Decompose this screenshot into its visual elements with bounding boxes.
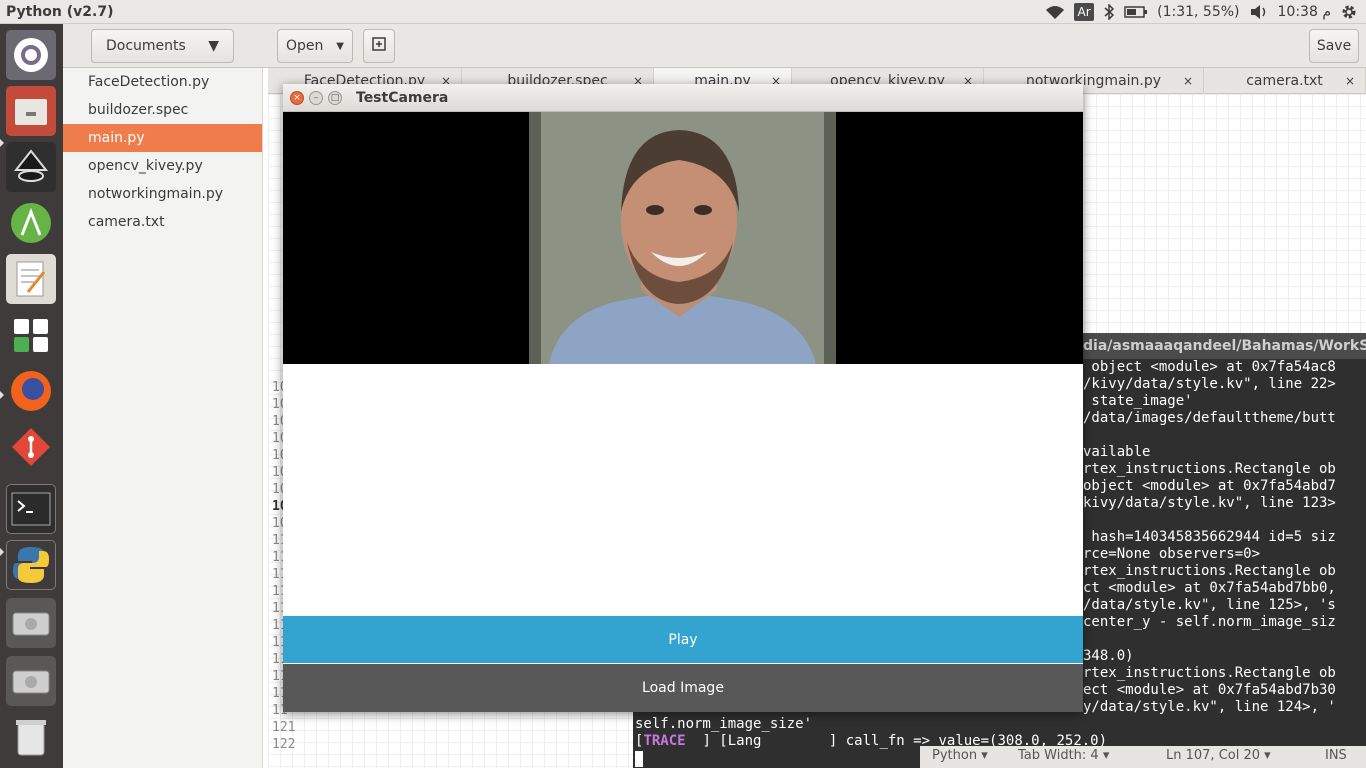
terminal-line: hash=140345835662944 id=5 siz — [1083, 529, 1336, 545]
terminal-line: rce=None observers=0> — [1083, 546, 1261, 562]
python-icon[interactable] — [6, 540, 56, 590]
terminal-line: 348.0) — [1083, 648, 1134, 664]
close-icon[interactable]: × — [1183, 68, 1193, 94]
camera-feed — [283, 112, 1083, 364]
new-document-icon — [372, 37, 386, 55]
system-tray: Ar (1:31, 55%) م 10:38 — [1045, 0, 1366, 24]
keyboard-layout-indicator[interactable]: Ar — [1074, 3, 1095, 21]
terminal-line: object <module> at 0x7fa54abd7 — [1083, 478, 1336, 494]
gear-icon[interactable] — [1340, 3, 1358, 21]
terminal-line: state_image' — [1083, 393, 1193, 409]
inkscape-icon[interactable] — [6, 142, 56, 192]
terminal-line: ect <module> at 0x7fa54abd7b30 — [1083, 682, 1336, 698]
sidebar-item-opencv-kivey[interactable]: opencv_kivey.py — [63, 152, 262, 180]
open-button[interactable]: Open ▼ — [277, 29, 353, 63]
keyboard-icon[interactable] — [6, 310, 56, 360]
terminal-line: rtex_instructions.Rectangle ob — [1083, 665, 1336, 681]
running-indicator — [0, 139, 4, 147]
new-tab-button[interactable] — [363, 29, 395, 63]
terminal-cursor — [635, 751, 643, 767]
chevron-down-icon: ▾ — [1102, 748, 1110, 763]
documents-label: Documents — [106, 38, 186, 54]
battery-status: (1:31, 55%) — [1157, 4, 1240, 20]
camera-frame-image — [529, 112, 836, 364]
tab-label: camera.txt — [1246, 73, 1323, 89]
app-title: Python (v2.7) — [6, 3, 114, 20]
documents-sidebar: FaceDetection.py buildozer.spec main.py … — [63, 68, 263, 768]
documents-button[interactable]: Documents ▼ — [91, 29, 234, 63]
terminal-line: y/data/style.kv", line 124>, ' — [1083, 699, 1336, 715]
sidebar-item-main[interactable]: main.py — [63, 124, 262, 152]
git-icon[interactable] — [6, 422, 56, 472]
close-icon[interactable]: × — [290, 91, 304, 105]
ubuntu-dash-icon[interactable] — [6, 30, 56, 80]
battery-icon[interactable] — [1124, 5, 1148, 19]
terminal-line: /kivy/data/style.kv", line 22> — [1083, 376, 1336, 392]
open-label: Open — [286, 38, 324, 54]
chevron-down-icon: ▼ — [208, 38, 219, 54]
sidebar-item-buildozer[interactable]: buildozer.spec — [63, 96, 262, 124]
test-camera-window: × – □ TestCamera Play Load Image — [283, 84, 1083, 712]
chevron-down-icon: ▼ — [336, 40, 344, 52]
running-indicator — [0, 391, 4, 399]
terminal-line: ct <module> at 0x7fa54abd7bb0, — [1083, 580, 1336, 596]
language-label: Python — [932, 748, 978, 763]
cursor-position[interactable]: Ln 107, Col 20 ▾ — [1166, 748, 1271, 763]
line-number: 121 — [272, 720, 296, 735]
wifi-icon[interactable] — [1045, 4, 1065, 20]
terminal-line: rtex_instructions.Rectangle ob — [1083, 461, 1336, 477]
terminal-line: rtex_instructions.Rectangle ob — [1083, 563, 1336, 579]
running-indicator — [0, 548, 4, 556]
insert-mode: INS — [1325, 748, 1347, 763]
status-bar: Python ▾ Tab Width: 4 ▾ Ln 107, Col 20 ▾… — [920, 746, 1366, 768]
sidebar-item-notworkingmain[interactable]: notworkingmain.py — [63, 180, 262, 208]
drive-icon[interactable] — [6, 598, 56, 648]
window-title: TestCamera — [356, 90, 449, 106]
tab-width-label: Tab Width: 4 — [1018, 748, 1099, 763]
chevron-down-icon: ▾ — [981, 748, 988, 763]
trace-tag: TRACE — [643, 733, 686, 749]
terminal-line: /data/images/defaulttheme/butt — [1083, 410, 1336, 426]
drive-icon[interactable] — [6, 656, 56, 706]
sidebar-item-camera-txt[interactable]: camera.txt — [63, 208, 262, 236]
terminal-icon[interactable] — [6, 484, 56, 534]
clock[interactable]: م 10:38 — [1278, 4, 1331, 20]
load-image-button[interactable]: Load Image — [283, 664, 1083, 712]
trash-icon[interactable] — [6, 712, 56, 762]
tab-camera-txt[interactable]: camera.txt × — [1204, 68, 1366, 94]
language-selector[interactable]: Python ▾ — [932, 748, 988, 763]
volume-icon[interactable] — [1249, 4, 1269, 20]
terminal-line: object <module> at 0x7fa54ac8 — [1083, 359, 1336, 375]
sidebar-item-facedetection[interactable]: FaceDetection.py — [63, 68, 262, 96]
terminal-line: /data/style.kv", line 125>, 's — [1083, 597, 1336, 613]
minimize-icon[interactable]: – — [309, 91, 323, 105]
save-button[interactable]: Save — [1309, 29, 1359, 63]
bluetooth-icon[interactable] — [1103, 4, 1115, 20]
terminal-line: kivy/data/style.kv", line 123> — [1083, 495, 1336, 511]
line-number: 122 — [272, 737, 296, 752]
maximize-icon[interactable]: □ — [328, 91, 342, 105]
terminal-line: self.norm_image_size' — [635, 716, 813, 732]
firefox-icon[interactable] — [6, 366, 56, 416]
files-icon[interactable] — [6, 86, 56, 136]
editor-header-bar: Documents ▼ Open ▼ Save — [63, 24, 1366, 68]
top-panel: Python (v2.7) Ar (1:31, 55%) م 10:38 — [0, 0, 1366, 24]
close-icon[interactable]: × — [1345, 68, 1355, 94]
play-button[interactable]: Play — [283, 616, 1083, 663]
terminal-line: vailable — [1083, 444, 1151, 460]
launcher — [0, 24, 63, 768]
terminal-line: center_y - self.norm_image_siz — [1083, 614, 1336, 630]
text-editor-icon[interactable] — [6, 254, 56, 304]
tab-width-selector[interactable]: Tab Width: 4 ▾ — [1018, 748, 1109, 763]
window-titlebar[interactable]: × – □ TestCamera — [283, 84, 1083, 112]
cursor-position-label: Ln 107, Col 20 — [1166, 748, 1261, 763]
android-studio-icon[interactable] — [6, 198, 56, 248]
chevron-down-icon: ▾ — [1264, 748, 1271, 763]
